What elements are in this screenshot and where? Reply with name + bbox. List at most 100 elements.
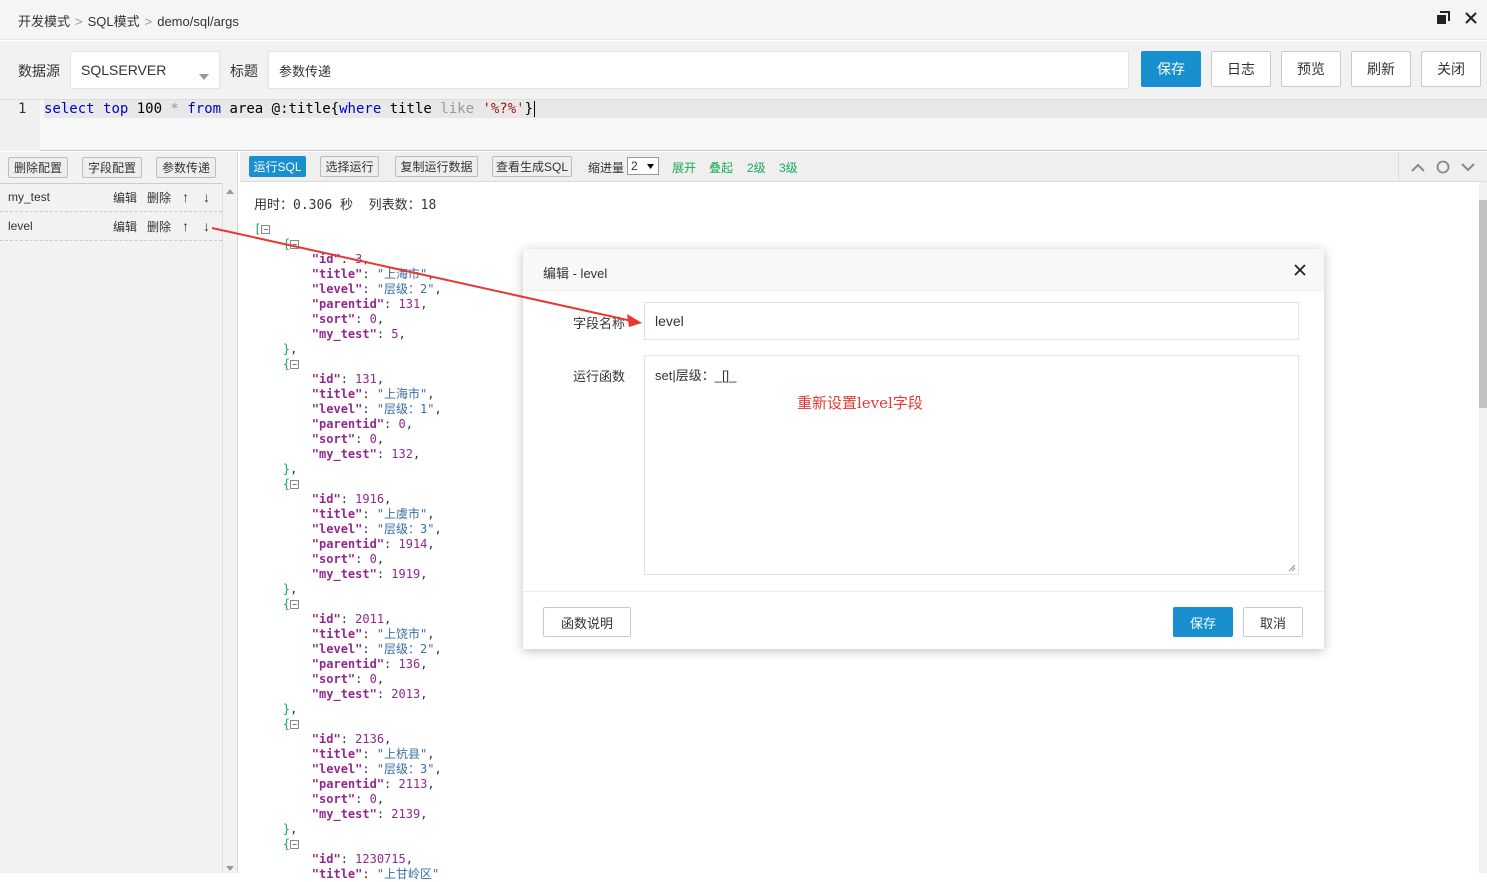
json-value: 2139 — [391, 807, 421, 821]
move-down-icon[interactable]: ↓ — [203, 218, 210, 234]
json-value: "上饶市" — [376, 627, 428, 641]
field-name: level — [8, 219, 33, 233]
json-key: "id" — [311, 612, 341, 626]
param-pass-button[interactable]: 参数传递 — [156, 157, 216, 178]
chevron-up-icon[interactable] — [1410, 163, 1425, 172]
sql-token: } — [524, 101, 534, 117]
edit-link[interactable]: 编辑 — [113, 218, 137, 235]
datasource-value: SQLSERVER — [81, 62, 167, 78]
scrollbar-thumb[interactable] — [1479, 200, 1487, 408]
json-key: "id" — [311, 252, 341, 266]
json-key: "parentid" — [311, 297, 385, 311]
json-value: "上海市" — [376, 387, 428, 401]
sql-token: like — [440, 101, 475, 117]
json-value: 0 — [369, 432, 377, 446]
json-key: "id" — [311, 732, 341, 746]
move-down-icon[interactable]: ↓ — [203, 189, 210, 205]
collapse-toggle-icon[interactable]: − — [290, 720, 300, 729]
move-up-icon[interactable]: ↑ — [182, 189, 189, 205]
breadcrumb-item-current: demo/sql/args — [157, 14, 239, 29]
sql-token: * — [170, 101, 179, 117]
json-brace: } — [282, 582, 291, 596]
level2-link[interactable]: 2级 — [747, 159, 766, 176]
indent-value: 2 — [631, 159, 638, 173]
json-key: "my_test" — [311, 447, 377, 461]
log-button[interactable]: 日志 — [1211, 51, 1271, 87]
run-function-value: set|层级：_[]_ — [655, 368, 737, 383]
json-value: "上甘岭区" — [376, 867, 440, 881]
circle-icon[interactable] — [1436, 160, 1450, 174]
delete-link[interactable]: 删除 — [147, 218, 171, 235]
expand-link[interactable]: 展开 — [672, 159, 696, 176]
json-value: "层级：2" — [376, 642, 435, 656]
json-value: "层级：1" — [376, 402, 435, 416]
json-key: "id" — [311, 372, 341, 386]
refresh-button[interactable]: 刷新 — [1351, 51, 1411, 87]
sql-token: select — [44, 101, 95, 117]
view-generated-sql-button[interactable]: 查看生成SQL — [492, 156, 572, 177]
collapse-toggle-icon[interactable]: − — [290, 360, 300, 369]
move-up-icon[interactable]: ↑ — [182, 218, 189, 234]
json-key: "sort" — [311, 672, 356, 686]
edit-link[interactable]: 编辑 — [113, 189, 137, 206]
delete-config-button[interactable]: 删除配置 — [8, 157, 68, 178]
edit-field-dialog: 编辑 - level 字段名称 level 运行函数 set|层级：_[]_ 重… — [523, 249, 1324, 649]
sql-token: '%?%' — [482, 101, 525, 117]
close-icon[interactable] — [1294, 264, 1306, 276]
datasource-label: 数据源 — [18, 63, 60, 79]
preview-button[interactable]: 预览 — [1281, 51, 1341, 87]
json-key: "title" — [311, 747, 363, 761]
breadcrumb-item-sql-mode[interactable]: SQL模式 — [88, 14, 140, 29]
json-value: 3 — [355, 252, 363, 266]
sql-token: area — [229, 101, 264, 117]
breadcrumb-item-dev-mode[interactable]: 开发模式 — [18, 14, 70, 29]
json-key: "my_test" — [311, 567, 377, 581]
run-sql-button[interactable]: 运行SQL — [249, 156, 306, 177]
json-brace: { — [282, 717, 291, 731]
dialog-save-button[interactable]: 保存 — [1173, 607, 1233, 637]
json-value: 0 — [369, 792, 377, 806]
restore-window-icon[interactable] — [1435, 10, 1451, 26]
close-button[interactable]: 关闭 — [1421, 51, 1481, 87]
dialog-header: 编辑 - level — [523, 249, 1324, 291]
level3-link[interactable]: 3级 — [779, 159, 798, 176]
run-function-label: 运行函数 — [573, 369, 626, 384]
time-value: 0.306 秒 — [293, 198, 353, 213]
copy-run-data-button[interactable]: 复制运行数据 — [395, 156, 478, 177]
json-key: "sort" — [311, 312, 356, 326]
collapse-toggle-icon[interactable]: − — [261, 225, 271, 234]
chevron-down-icon[interactable] — [1461, 162, 1476, 172]
json-brace: { — [282, 357, 291, 371]
json-value: 1230715 — [355, 852, 406, 866]
field-name-input[interactable]: level — [644, 302, 1299, 340]
delete-link[interactable]: 删除 — [147, 189, 171, 206]
collapse-link[interactable]: 叠起 — [709, 159, 733, 176]
dialog-cancel-button[interactable]: 取消 — [1243, 607, 1303, 637]
left-scrollbar[interactable] — [222, 185, 237, 873]
save-button[interactable]: 保存 — [1141, 51, 1201, 87]
select-run-button[interactable]: 选择运行 — [320, 156, 379, 177]
title-input[interactable]: 参数传递 — [268, 51, 1129, 89]
resize-handle-icon[interactable] — [1288, 564, 1296, 572]
breadcrumb-separator: > — [144, 14, 153, 29]
title-bar: 开发模式 > SQL模式 > demo/sql/args — [0, 0, 1487, 40]
indent-select[interactable]: 2 — [627, 157, 659, 175]
json-key: "id" — [311, 852, 341, 866]
close-window-icon[interactable] — [1463, 10, 1479, 26]
collapse-toggle-icon[interactable]: − — [290, 600, 300, 609]
datasource-select[interactable]: SQLSERVER — [70, 51, 220, 89]
results-scrollbar[interactable] — [1479, 182, 1487, 873]
sql-editor[interactable]: 1 select top 100 * from area @:title{whe… — [0, 99, 1487, 151]
collapse-toggle-icon[interactable]: − — [290, 840, 300, 849]
function-help-button[interactable]: 函数说明 — [543, 607, 631, 637]
json-key: "sort" — [311, 792, 356, 806]
json-brace: } — [282, 702, 291, 716]
collapse-toggle-icon[interactable]: − — [290, 480, 300, 489]
json-key: "sort" — [311, 432, 356, 446]
run-function-textarea[interactable]: set|层级：_[]_ — [644, 355, 1299, 575]
collapse-toggle-icon[interactable]: − — [290, 240, 300, 249]
text-cursor — [534, 101, 536, 117]
json-key: "sort" — [311, 552, 356, 566]
json-brace: } — [282, 822, 291, 836]
field-config-button[interactable]: 字段配置 — [82, 157, 142, 178]
